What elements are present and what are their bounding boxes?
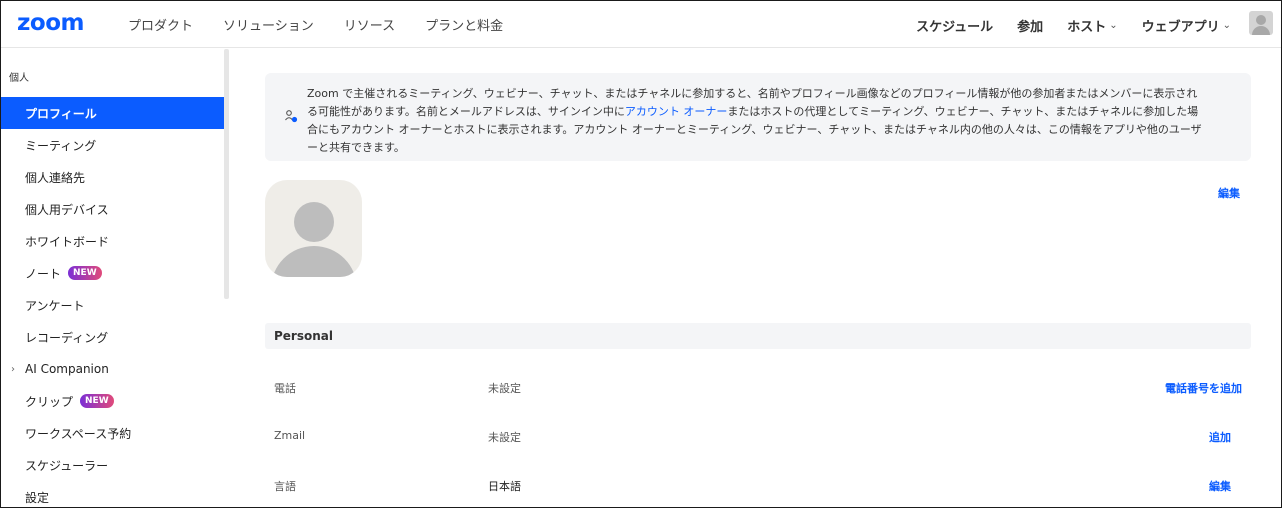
nav-webapp-dropdown[interactable]: ウェブアプリ ⌄ [1142,16,1231,35]
chevron-down-icon: ⌄ [1222,20,1231,31]
sidebar-item-label: ホワイトボード [25,234,110,249]
avatar-head [1256,15,1266,25]
privacy-notice: Zoom で主催されるミーティング、ウェビナー、チャット、またはチャネルに参加す… [265,73,1251,161]
sidebar-item-label: ノート [25,266,62,281]
profile-pic-head [294,202,334,242]
sidebar-item-label: AI Companion [25,362,109,376]
sidebar-item-devices[interactable]: 個人用デバイス [1,193,224,225]
sidebar-item-workspace-reservation[interactable]: ワークスペース予約 [1,417,224,449]
sidebar-item-label: クリップ [25,394,74,409]
nav-products[interactable]: プロダクト [128,15,193,34]
nav-host-label: ホスト [1067,20,1107,35]
sidebar-item-label: ワークスペース予約 [25,426,132,441]
profile-picture[interactable] [265,180,362,277]
sidebar-item-notes[interactable]: ノート NEW [1,257,224,289]
chevron-down-icon: ⌄ [1109,20,1118,31]
app-frame: zoom プロダクト ソリューション リソース プランと料金 スケジュール 参加… [0,0,1282,508]
top-nav: zoom プロダクト ソリューション リソース プランと料金 スケジュール 参加… [1,1,1281,48]
sidebar-item-profile[interactable]: プロフィール [1,97,224,129]
phone-value: 未設定 [488,382,521,395]
sidebar-item-label: レコーディング [25,330,109,345]
nav-resources[interactable]: リソース [344,15,395,34]
zmail-value: 未設定 [488,431,521,444]
sidebar-item-label: プロフィール [25,106,97,121]
main-content: Zoom で主催されるミーティング、ウェビナー、チャット、またはチャネルに参加す… [229,49,1281,507]
add-zmail-button[interactable]: 追加 [1209,429,1231,445]
nav-join-label: 参加 [1017,20,1044,35]
nav-right: スケジュール 参加 ホスト ⌄ ウェブアプリ ⌄ [892,16,1231,35]
sidebar-item-ai-companion[interactable]: › AI Companion [1,353,224,385]
nav-solutions[interactable]: ソリューション [223,15,314,34]
nav-left: プロダクト ソリューション リソース プランと料金 [128,15,533,34]
sidebar-list: プロフィール ミーティング 個人連絡先 個人用デバイス ホワイトボード ノート N… [1,97,224,507]
language-label: 言語 [274,480,296,493]
nav-host-dropdown[interactable]: ホスト ⌄ [1067,16,1117,35]
edit-profile-button[interactable]: 編集 [1218,185,1240,201]
sidebar-item-label: 設定 [25,490,50,505]
sidebar-item-recordings[interactable]: レコーディング [1,321,224,353]
sidebar-item-surveys[interactable]: アンケート [1,289,224,321]
zoom-logo[interactable]: zoom [17,10,84,36]
language-value: 日本語 [488,480,521,493]
nav-schedule-label: スケジュール [916,20,994,35]
avatar-body [1252,26,1270,35]
sidebar-item-whiteboard[interactable]: ホワイトボード [1,225,224,257]
profile-pic-body [271,246,357,277]
new-badge: NEW [80,394,114,408]
sidebar-item-settings[interactable]: 設定 [1,481,224,507]
nav-schedule[interactable]: スケジュール [916,16,993,35]
chevron-right-icon: › [11,363,15,375]
notice-text: Zoom で主催されるミーティング、ウェビナー、チャット、またはチャネルに参加す… [307,85,1207,157]
sidebar-item-label: ミーティング [25,138,97,153]
user-share-icon [285,110,298,123]
sidebar-item-clips[interactable]: クリップ NEW [1,385,224,417]
sidebar-item-label: 個人用デバイス [25,202,109,217]
personal-section-header: Personal [265,323,1251,349]
nav-join[interactable]: 参加 [1017,16,1043,35]
nav-webapp-label: ウェブアプリ [1141,20,1220,35]
sidebar-item-scheduler[interactable]: スケジューラー [1,449,224,481]
phone-label: 電話 [274,382,296,395]
nav-pricing[interactable]: プランと料金 [425,15,503,34]
add-phone-button[interactable]: 電話番号を追加 [1165,380,1242,396]
sidebar-item-meetings[interactable]: ミーティング [1,129,224,161]
user-avatar-button[interactable] [1249,11,1273,35]
sidebar-item-label: スケジューラー [25,458,109,473]
new-badge: NEW [68,266,102,280]
edit-language-button[interactable]: 編集 [1209,478,1231,494]
zmail-label: Zmail [274,429,306,442]
sidebar: 個人 プロフィール ミーティング 個人連絡先 個人用デバイス ホワイトボード ノ… [1,49,229,507]
sidebar-item-label: 個人連絡先 [25,170,86,185]
account-owner-link[interactable]: アカウント オーナー [625,105,728,118]
sidebar-item-label: アンケート [25,298,85,313]
sidebar-section-title: 個人 [9,73,29,84]
sidebar-item-contacts[interactable]: 個人連絡先 [1,161,224,193]
